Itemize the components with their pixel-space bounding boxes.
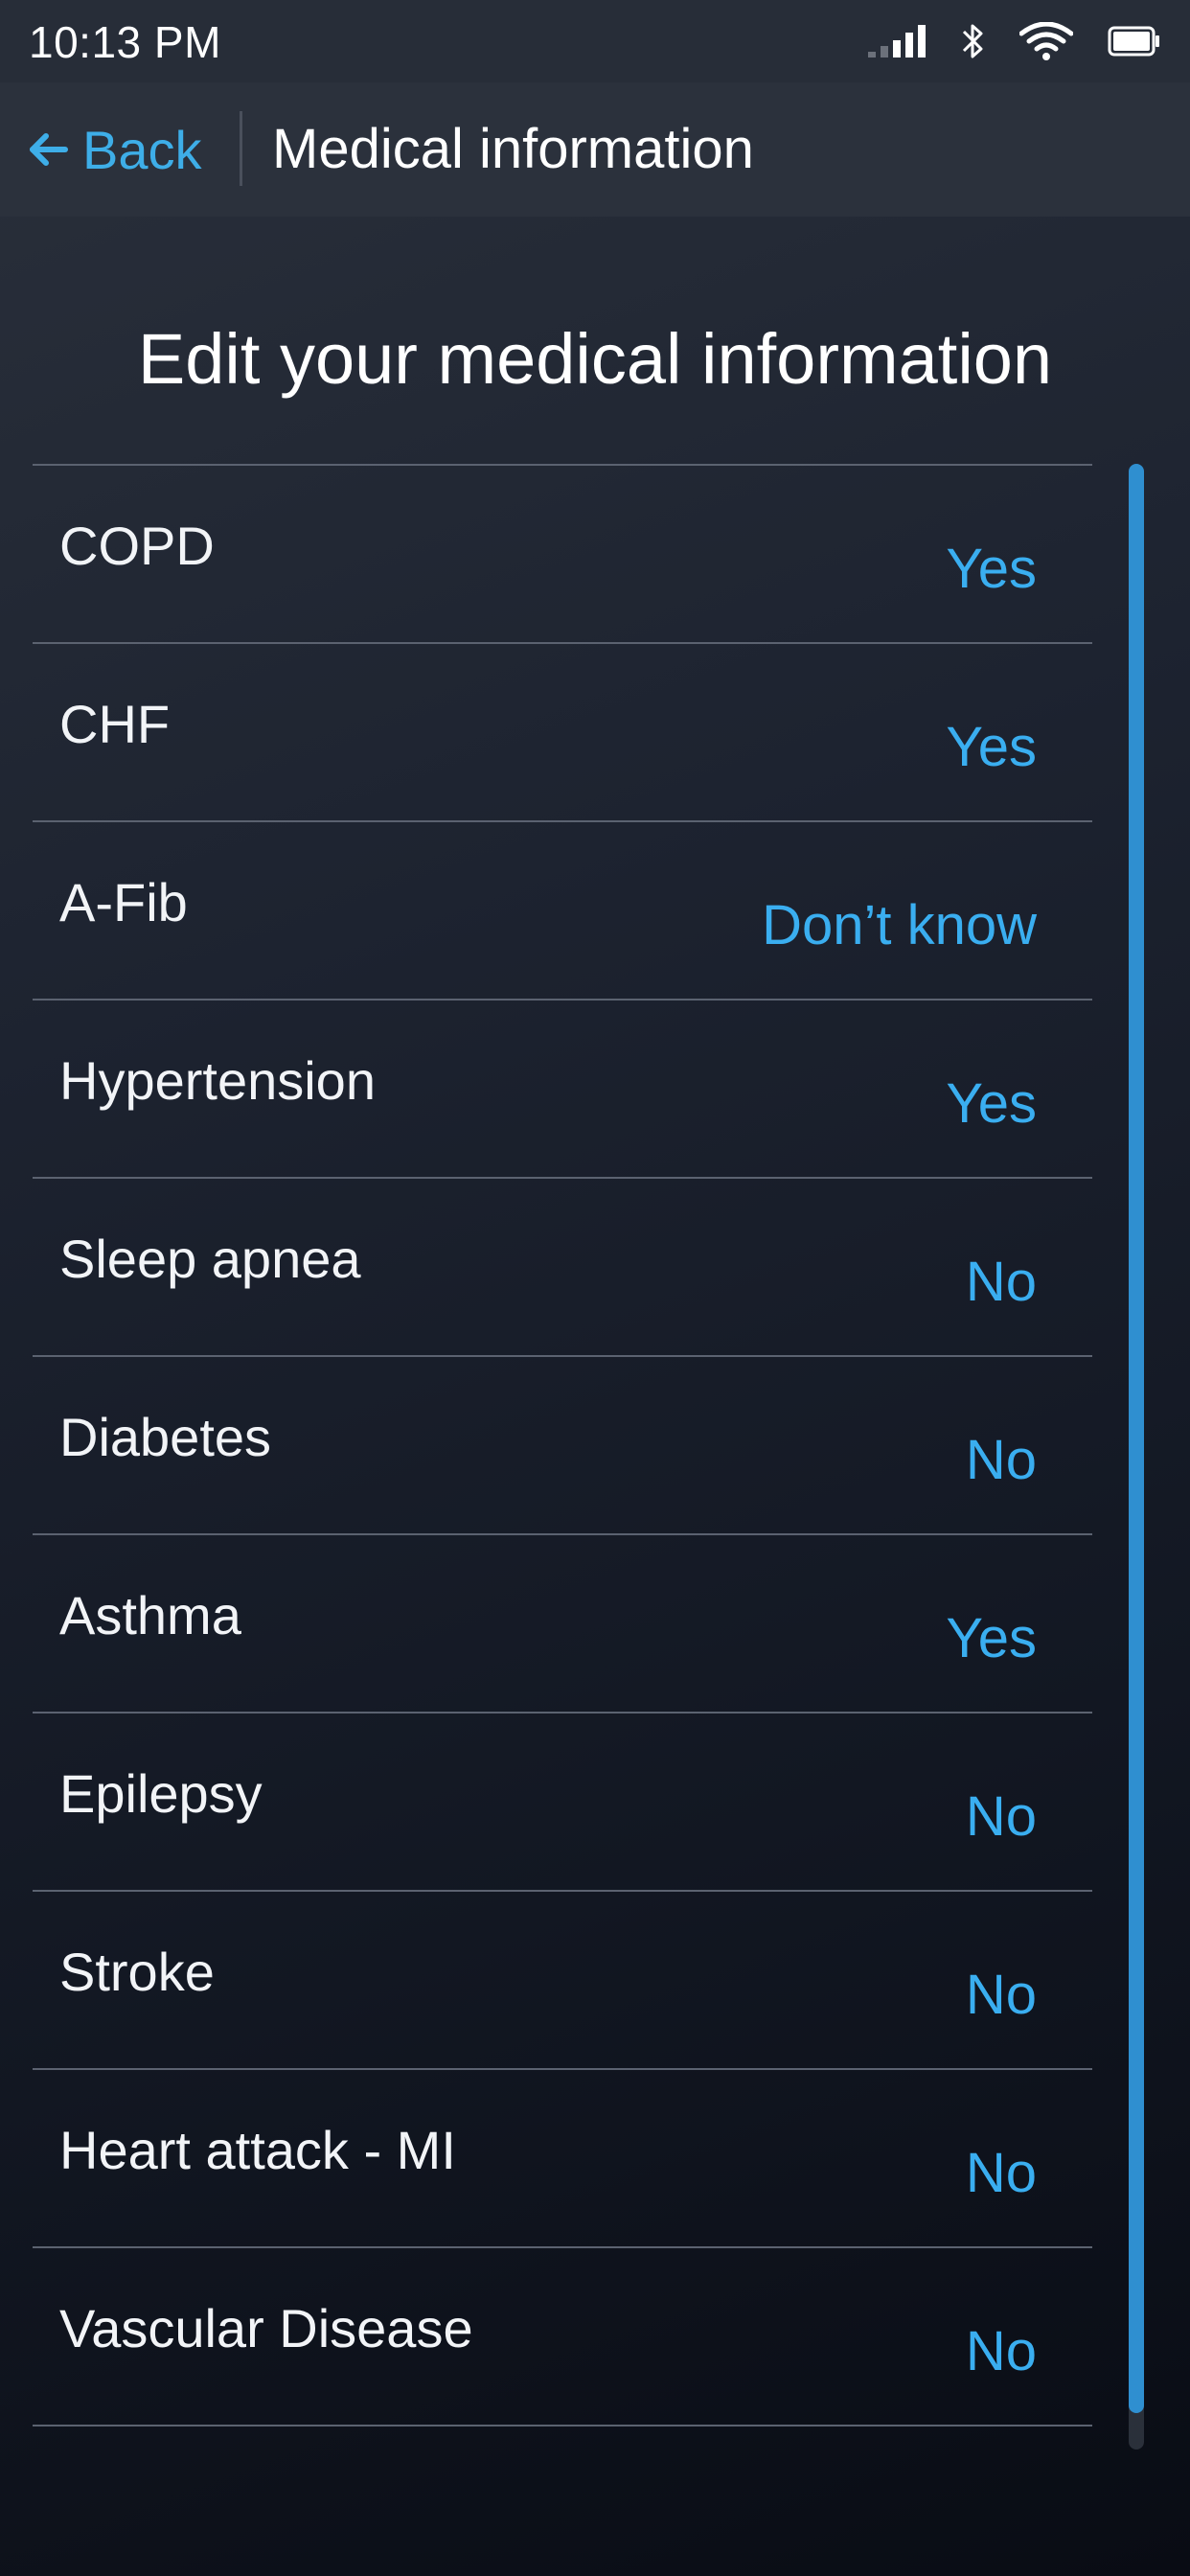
condition-value[interactable]: Yes [946, 1610, 1037, 1668]
status-bar: 10:13 PM [0, 0, 1190, 82]
condition-label: Epilepsy [59, 1763, 263, 1824]
nav-title: Medical information [272, 118, 754, 180]
scrollbar-thumb[interactable] [1129, 464, 1144, 2413]
cellular-signal-icon [868, 25, 927, 58]
condition-row-afib[interactable]: A-Fib Don’t know [33, 822, 1092, 1000]
bluetooth-icon [962, 22, 985, 60]
back-button[interactable]: Back [27, 82, 202, 217]
condition-value[interactable]: Yes [946, 719, 1037, 776]
back-arrow-icon [27, 130, 69, 169]
condition-value[interactable]: Yes [946, 540, 1037, 598]
condition-value[interactable]: No [966, 1788, 1037, 1846]
status-time: 10:13 PM [29, 17, 221, 67]
nav-divider [240, 111, 242, 186]
condition-row-hypertension[interactable]: Hypertension Yes [33, 1000, 1092, 1179]
battery-icon [1108, 26, 1161, 57]
condition-label: A-Fib [59, 872, 188, 932]
condition-row-chf[interactable]: CHF Yes [33, 644, 1092, 822]
medical-conditions-list: COPD Yes CHF Yes A-Fib Don’t know Hypert… [33, 464, 1092, 2426]
condition-row-sleep-apnea[interactable]: Sleep apnea No [33, 1179, 1092, 1357]
condition-label: COPD [59, 516, 215, 576]
wifi-icon [1019, 22, 1073, 60]
condition-row-diabetes[interactable]: Diabetes No [33, 1357, 1092, 1535]
condition-row-epilepsy[interactable]: Epilepsy No [33, 1714, 1092, 1892]
condition-label: Vascular Disease [59, 2298, 473, 2358]
status-icons [868, 0, 1161, 82]
condition-label: Hypertension [59, 1050, 376, 1111]
condition-value[interactable]: No [966, 2323, 1037, 2380]
condition-value[interactable]: No [966, 1254, 1037, 1311]
condition-label: Diabetes [59, 1407, 272, 1467]
condition-value[interactable]: Yes [946, 1075, 1037, 1133]
condition-value[interactable]: No [966, 1432, 1037, 1489]
condition-label: Asthma [59, 1585, 241, 1645]
condition-value[interactable]: Don’t know [762, 897, 1037, 954]
condition-row-asthma[interactable]: Asthma Yes [33, 1535, 1092, 1714]
back-label: Back [82, 119, 202, 180]
condition-label: Sleep apnea [59, 1229, 361, 1289]
condition-row-copd[interactable]: COPD Yes [33, 466, 1092, 644]
condition-row-stroke[interactable]: Stroke No [33, 1892, 1092, 2070]
condition-value[interactable]: No [966, 2145, 1037, 2202]
page-heading: Edit your medical information [137, 319, 1053, 399]
condition-row-vascular-disease[interactable]: Vascular Disease No [33, 2248, 1092, 2426]
condition-label: CHF [59, 694, 171, 754]
condition-label: Heart attack - MI [59, 2120, 456, 2180]
nav-bar: Back Medical information [0, 82, 1190, 217]
condition-value[interactable]: No [966, 1966, 1037, 2024]
condition-row-heart-attack[interactable]: Heart attack - MI No [33, 2070, 1092, 2248]
condition-label: Stroke [59, 1942, 215, 2002]
